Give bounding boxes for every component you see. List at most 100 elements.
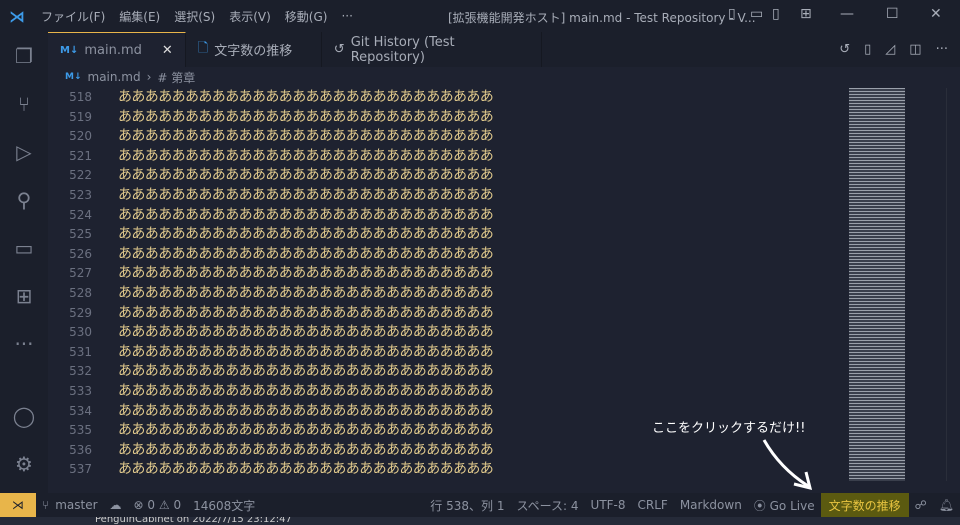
layout-secondary-icon[interactable]: ▯ xyxy=(772,6,780,22)
code-line: 529 ああああああああああああああああああああああああああああ xyxy=(48,304,848,324)
breadcrumb: M↓ main.md › # 第章 xyxy=(48,67,195,87)
line-number: 524 xyxy=(69,207,92,222)
layout-sidebar-icon[interactable]: ▯ xyxy=(728,6,736,22)
code-line: 531 ああああああああああああああああああああああああああああ xyxy=(48,343,848,363)
line-text: ああああああああああああああああああああああああああああ xyxy=(118,265,494,282)
layout-panel-icon[interactable]: ▭ xyxy=(750,6,763,22)
line-text: ああああああああああああああああああああああああああああ xyxy=(118,89,494,105)
title-bar: ⋊ ファイル(F) 編集(E) 選択(S) 表示(V) 移動(G) ··· [拡… xyxy=(0,0,960,32)
branch-icon: ⑂ xyxy=(42,498,50,512)
line-text: ああああああああああああああああああああああああああああ xyxy=(118,284,494,301)
tab-git-history[interactable]: ↺ Git History (Test Repository) xyxy=(322,32,542,67)
code-line: 519 ああああああああああああああああああああああああああああ xyxy=(48,108,848,128)
code-line: 530 ああああああああああああああああああああああああああああ xyxy=(48,323,848,343)
line-number: 525 xyxy=(69,227,92,242)
menu-selection[interactable]: 選択(S) xyxy=(167,8,222,25)
compare-icon[interactable]: ◿ xyxy=(885,42,895,57)
customize-layout-icon[interactable]: ⊞ xyxy=(800,6,812,22)
line-number: 520 xyxy=(69,129,92,144)
menu-edit[interactable]: 編集(E) xyxy=(112,8,167,25)
encoding[interactable]: UTF-8 xyxy=(585,498,632,512)
extensions-icon[interactable]: ⊞ xyxy=(0,272,48,320)
close-icon[interactable]: ✕ xyxy=(930,6,942,22)
tab-label: 文字数の推移 xyxy=(214,44,293,59)
line-text: ああああああああああああああああああああああああああああ xyxy=(118,186,494,203)
history-icon: ↺ xyxy=(333,42,345,57)
branch[interactable]: master xyxy=(49,498,103,512)
line-number: 535 xyxy=(69,423,92,438)
tab-close-icon[interactable]: ✕ xyxy=(162,43,173,58)
sync-icon[interactable]: ☁ xyxy=(104,498,128,512)
notifications-icon[interactable]: 🔔︎ xyxy=(933,498,960,512)
code-line: 525 ああああああああああああああああああああああああああああ xyxy=(48,225,848,245)
preview-icon[interactable]: ▯ xyxy=(864,42,871,57)
line-number: 537 xyxy=(69,462,92,477)
menu-more[interactable]: ··· xyxy=(334,9,359,23)
timeline-icon[interactable]: ↺ xyxy=(839,42,850,57)
remote-icon[interactable]: ⋊ xyxy=(0,493,36,517)
breadcrumb-symbol[interactable]: # 第章 xyxy=(157,69,195,86)
code-line: 524 ああああああああああああああああああああああああああああ xyxy=(48,206,848,226)
tab-label: Git History (Test Repository) xyxy=(350,34,455,65)
problems[interactable]: ⊗ 0 ⚠ 0 xyxy=(128,498,188,512)
line-number: 521 xyxy=(69,148,92,163)
source-control-icon[interactable]: ⑂ xyxy=(0,80,48,128)
code-line: 528 ああああああああああああああああああああああああああああ xyxy=(48,284,848,304)
remote-explorer-icon[interactable]: ▭ xyxy=(0,224,48,272)
line-text: ああああああああああああああああああああああああああああ xyxy=(118,226,494,243)
menu-file[interactable]: ファイル(F) xyxy=(34,8,112,25)
line-number: 526 xyxy=(69,246,92,261)
markdown-icon: M↓ xyxy=(60,44,79,56)
line-number: 534 xyxy=(69,403,92,418)
code-line: 521 ああああああああああああああああああああああああああああ xyxy=(48,147,848,167)
line-text: ああああああああああああああああああああああああああああ xyxy=(118,324,494,341)
tab-char-trend[interactable]: 🗋 文字数の推移 xyxy=(186,32,322,67)
run-debug-icon[interactable]: ▷ xyxy=(0,128,48,176)
line-ending[interactable]: CRLF xyxy=(632,498,674,512)
code-line: 527 ああああああああああああああああああああああああああああ xyxy=(48,264,848,284)
line-number: 532 xyxy=(69,364,92,379)
split-editor-icon[interactable]: ◫ xyxy=(909,42,921,57)
line-text: ああああああああああああああああああああああああああああ xyxy=(118,108,494,125)
indentation[interactable]: スペース: 4 xyxy=(510,497,584,514)
go-live-button[interactable]: ⦿ Go Live xyxy=(748,497,821,514)
vscode-logo-icon: ⋊ xyxy=(9,6,25,26)
line-number: 527 xyxy=(69,266,92,281)
more-actions-icon[interactable]: ··· xyxy=(936,42,948,57)
line-text: ああああああああああああああああああああああああああああ xyxy=(118,147,494,164)
file-icon: 🗋 xyxy=(197,40,209,56)
language-mode[interactable]: Markdown xyxy=(674,498,748,512)
line-number: 522 xyxy=(69,168,92,183)
menu-go[interactable]: 移動(G) xyxy=(278,8,335,25)
explorer-icon[interactable]: ❐ xyxy=(0,32,48,80)
line-number: 528 xyxy=(69,285,92,300)
account-icon[interactable]: ◯ xyxy=(0,392,48,440)
char-trend-button[interactable]: 文字数の推移 xyxy=(820,493,909,517)
line-number: 519 xyxy=(69,109,92,124)
minimize-icon[interactable]: — xyxy=(840,6,854,22)
maximize-icon[interactable]: ☐ xyxy=(886,6,899,22)
cursor-position[interactable]: 行 538、列 1 xyxy=(424,497,510,514)
line-text: ああああああああああああああああああああああああああああ xyxy=(118,245,494,262)
breadcrumb-file[interactable]: main.md xyxy=(88,70,141,84)
settings-gear-icon[interactable]: ⚙ xyxy=(0,440,48,488)
line-text: ああああああああああああああああああああああああああああ xyxy=(118,128,494,145)
search-icon[interactable]: ⚲ xyxy=(0,176,48,224)
scrollbar[interactable] xyxy=(946,88,960,481)
minimap[interactable] xyxy=(849,88,905,481)
git-blame-info: PenguinCabinet on 2022/7/15 23:12:47 xyxy=(0,517,960,525)
char-count: 14608文字 xyxy=(193,498,256,513)
line-text: ああああああああああああああああああああああああああああ xyxy=(118,461,494,478)
tab-main-md[interactable]: M↓ main.md ✕ xyxy=(48,32,186,67)
code-line: 523 ああああああああああああああああああああああああああああ xyxy=(48,186,848,206)
code-line: 536 ああああああああああああああああああああああああああああ xyxy=(48,441,848,461)
menu-view[interactable]: 表示(V) xyxy=(222,8,278,25)
status-bar: ⋊ ⑂ master ☁ ⊗ 0 ⚠ 0 14608文字 行 538、列 1 ス… xyxy=(0,493,960,517)
code-line: 526 ああああああああああああああああああああああああああああ xyxy=(48,245,848,265)
line-text: ああああああああああああああああああああああああああああ xyxy=(118,343,494,360)
line-number: 533 xyxy=(69,383,92,398)
more-icon[interactable]: ··· xyxy=(0,320,48,368)
line-text: ああああああああああああああああああああああああああああ xyxy=(118,382,494,399)
feedback-icon[interactable]: ☍ xyxy=(909,498,933,512)
chevron-right-icon: › xyxy=(146,70,152,84)
